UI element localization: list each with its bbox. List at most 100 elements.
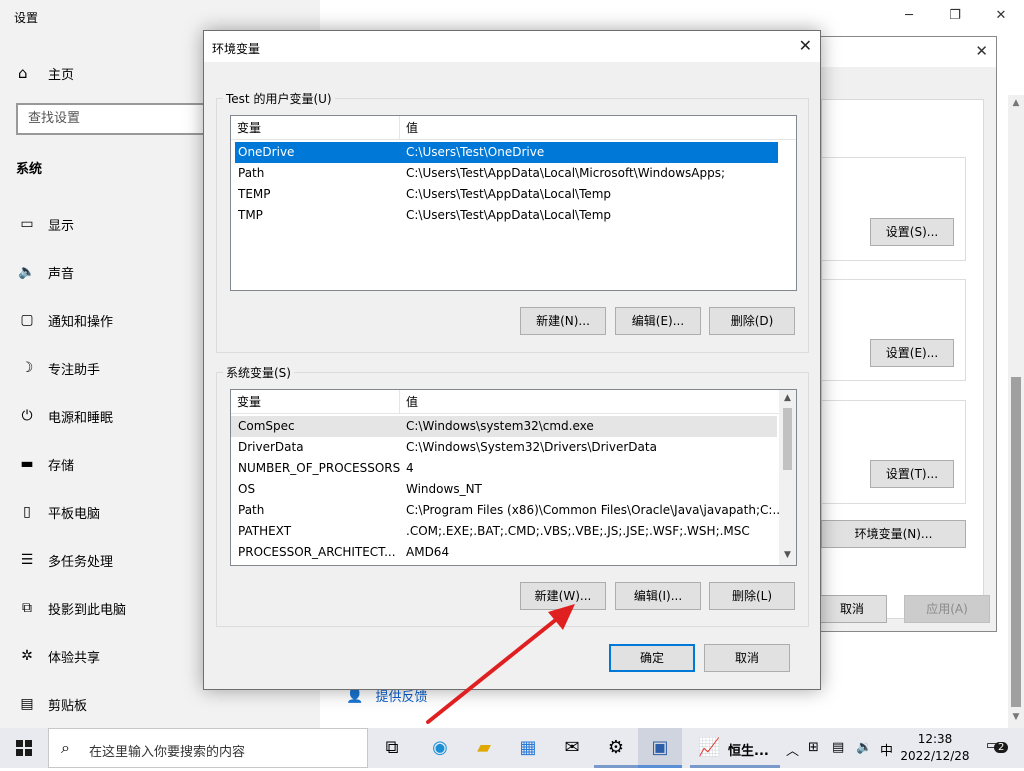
nav-item-label: 存储 xyxy=(48,458,75,474)
startup-settings-button[interactable]: 设置(T)... xyxy=(870,460,954,488)
system-vars-group-label: 系统变量(S) xyxy=(223,364,294,381)
start-button[interactable] xyxy=(0,728,48,768)
maximize-button[interactable]: ❐ xyxy=(932,4,978,28)
file-explorer-icon[interactable]: ▰ xyxy=(462,728,506,768)
system-new-button[interactable]: 新建(W)... xyxy=(520,582,606,610)
system-var-row[interactable]: PROCESSOR_ARCHITECT... AMD64 xyxy=(235,542,777,563)
scroll-down-icon[interactable]: ▼ xyxy=(779,550,796,560)
cancel-button[interactable]: 取消 xyxy=(704,644,790,672)
nav-item-project[interactable]: ⧉ 投影到此电脑 xyxy=(16,596,126,620)
notification-center-button[interactable]: ▭ 2 xyxy=(986,738,1009,753)
taskbar-clock[interactable]: 12:38 2022/12/28 xyxy=(900,731,970,765)
close-button[interactable]: ✕ xyxy=(978,4,1024,28)
scroll-thumb[interactable] xyxy=(783,408,792,470)
nav-item-display[interactable]: ▭ 显示 xyxy=(16,212,74,236)
perf-settings-button[interactable]: 设置(S)... xyxy=(870,218,954,246)
task-view-icon[interactable]: ⧉ xyxy=(370,728,414,768)
user-new-button[interactable]: 新建(N)... xyxy=(520,307,606,335)
user-var-row[interactable]: TEMP C:\Users\Test\AppData\Local\Temp xyxy=(235,184,778,205)
col-header-val[interactable]: 值 xyxy=(399,116,794,140)
settings-gear-icon[interactable]: ⚙ xyxy=(594,728,638,768)
user-var-row[interactable]: OneDrive C:\Users\Test\OneDrive xyxy=(235,142,778,163)
nav-item-focus[interactable]: ☽ 专注助手 xyxy=(16,356,100,380)
user-vars-list[interactable]: 变量 值 OneDrive C:\Users\Test\OneDrive Pat… xyxy=(230,115,797,291)
nav-item-share[interactable]: ✲ 体验共享 xyxy=(16,644,100,668)
nav-item-tablet[interactable]: ▯ 平板电脑 xyxy=(16,500,100,524)
scroll-up-icon[interactable]: ▲ xyxy=(1008,98,1024,108)
env-variables-button[interactable]: 环境变量(N)... xyxy=(821,520,966,548)
network-icon[interactable]: ▤ xyxy=(832,740,844,755)
user-edit-button[interactable]: 编辑(E)... xyxy=(615,307,701,335)
system-var-row[interactable]: Path C:\Program Files (x86)\Common Files… xyxy=(235,500,784,521)
home-icon: ⌂ xyxy=(18,64,28,82)
ime-indicator[interactable]: 中 xyxy=(880,740,893,759)
env-close-icon[interactable]: ✕ xyxy=(799,36,812,55)
ok-button[interactable]: 确定 xyxy=(609,644,695,672)
var-value: C:\Users\Test\AppData\Local\Temp xyxy=(406,208,612,222)
nav-section-title: 系统 xyxy=(16,162,43,177)
system-var-row[interactable]: DriverData C:\Windows\System32\Drivers\D… xyxy=(235,437,777,458)
store-icon[interactable]: ▦ xyxy=(506,728,550,768)
sysprop-apply-button[interactable]: 应用(A) xyxy=(904,595,990,623)
profile-settings-button[interactable]: 设置(E)... xyxy=(870,339,954,367)
nav-item-sound[interactable]: 🔈 声音 xyxy=(16,260,74,284)
nav-item-label: 通知和操作 xyxy=(48,314,114,330)
mail-icon[interactable]: ✉ xyxy=(550,728,594,768)
system-properties-icon[interactable]: ▣ xyxy=(638,728,682,768)
nav-item-power[interactable]: ⏻ 电源和睡眠 xyxy=(16,404,113,428)
system-vars-header: 变量 值 xyxy=(231,390,779,414)
user-delete-button[interactable]: 删除(D) xyxy=(709,307,795,335)
settings-scrollbar[interactable]: ▲ ▼ xyxy=(1008,95,1024,728)
power-icon: ⏻ xyxy=(21,408,33,424)
scroll-thumb[interactable] xyxy=(1011,377,1021,707)
tray-app-icon[interactable]: ⊞ xyxy=(808,740,819,755)
var-value: C:\Users\Test\OneDrive xyxy=(406,145,545,159)
notification-badge: 2 xyxy=(994,742,1009,753)
system-vars-scrollbar[interactable]: ▲ ▼ xyxy=(779,390,796,565)
env-dialog-title: 环境变量 xyxy=(212,42,261,56)
taskbar-search-input[interactable]: ⌕ 在这里输入你要搜索的内容 xyxy=(48,728,368,768)
storage-icon: ▬ xyxy=(20,456,34,472)
var-value: C:\Users\Test\AppData\Local\Temp xyxy=(406,187,612,201)
nav-item-clipboard[interactable]: ▤ 剪贴板 xyxy=(16,692,87,716)
clock-date: 2022/12/28 xyxy=(900,749,970,763)
user-var-row[interactable]: TMP C:\Users\Test\AppData\Local\Temp xyxy=(235,205,778,226)
user-var-row[interactable]: Path C:\Users\Test\AppData\Local\Microso… xyxy=(235,163,778,184)
var-value: C:\Users\Test\AppData\Local\Microsoft\Wi… xyxy=(406,166,726,180)
col-header-val[interactable]: 值 xyxy=(399,390,779,414)
user-vars-group-label: Test 的用户变量(U) xyxy=(223,90,335,107)
nav-item-multitask[interactable]: ☰ 多任务处理 xyxy=(16,548,113,572)
sysprop-cancel-button[interactable]: 取消 xyxy=(817,595,887,623)
tablet-icon: ▯ xyxy=(23,504,31,520)
var-value: C:\Program Files (x86)\Common Files\Orac… xyxy=(406,503,784,517)
edge-icon[interactable]: ◉ xyxy=(418,728,462,768)
search-icon: ⌕ xyxy=(61,738,70,757)
col-header-var[interactable]: 变量 xyxy=(231,390,399,414)
var-value: 4 xyxy=(406,461,414,475)
var-name: Path xyxy=(238,166,265,180)
system-delete-button[interactable]: 删除(L) xyxy=(709,582,795,610)
tray-expand-icon[interactable]: ︿ xyxy=(786,740,799,759)
nav-item-label: 专注助手 xyxy=(48,362,101,378)
scroll-down-icon[interactable]: ▼ xyxy=(1008,712,1024,722)
system-var-row[interactable]: PATHEXT .COM;.EXE;.BAT;.CMD;.VBS;.VBE;.J… xyxy=(235,521,777,542)
nav-item-notifications[interactable]: ▢ 通知和操作 xyxy=(16,308,113,332)
sysprop-close-icon[interactable]: ✕ xyxy=(975,42,988,60)
system-var-row[interactable]: NUMBER_OF_PROCESSORS 4 xyxy=(235,458,777,479)
moon-icon: ☽ xyxy=(20,360,34,376)
minimize-button[interactable]: ─ xyxy=(886,4,932,28)
nav-home[interactable]: ⌂ 主页 xyxy=(18,63,74,83)
system-vars-list[interactable]: 变量 值 ComSpec C:\Windows\system32\cmd.exe… xyxy=(230,389,797,566)
nav-item-label: 体验共享 xyxy=(48,650,101,666)
system-edit-button[interactable]: 编辑(I)... xyxy=(615,582,701,610)
volume-icon[interactable]: 🔉 xyxy=(856,740,872,755)
var-name: NUMBER_OF_PROCESSORS xyxy=(238,461,401,475)
nav-item-label: 电源和睡眠 xyxy=(48,410,114,426)
system-var-row[interactable]: OS Windows_NT xyxy=(235,479,777,500)
nav-item-storage[interactable]: ▬ 存储 xyxy=(16,452,74,476)
nav-item-label: 多任务处理 xyxy=(48,554,114,570)
scroll-up-icon[interactable]: ▲ xyxy=(779,393,796,403)
settings-search-input[interactable]: 查找设置 xyxy=(16,103,216,135)
col-header-var[interactable]: 变量 xyxy=(231,116,399,140)
system-var-row[interactable]: ComSpec C:\Windows\system32\cmd.exe xyxy=(231,416,777,437)
